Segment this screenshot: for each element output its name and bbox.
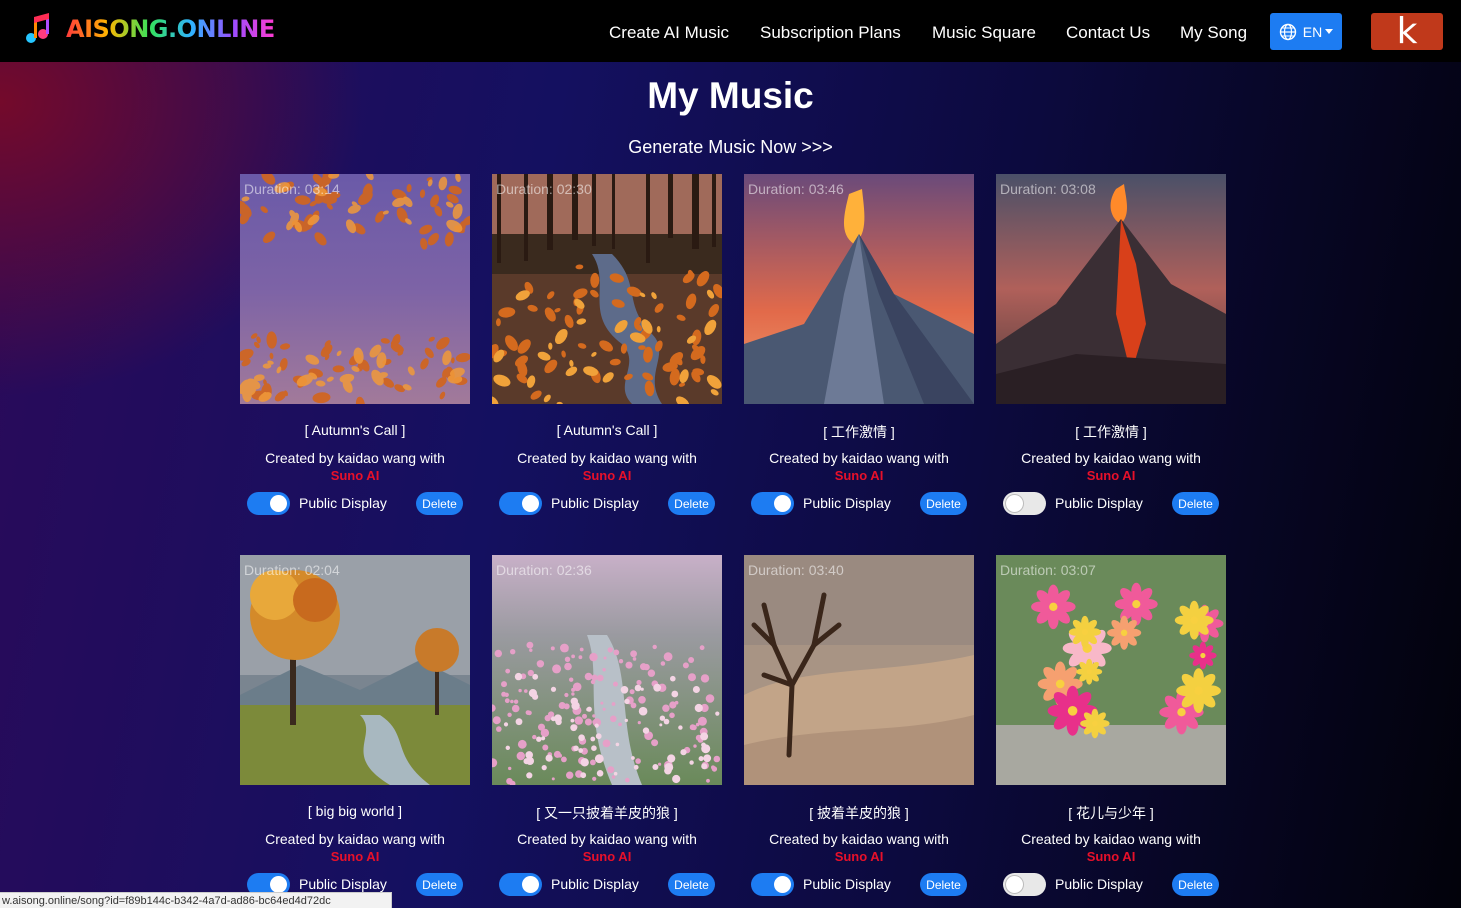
public-display-toggle[interactable] <box>751 492 794 515</box>
public-display-label: Public Display <box>299 876 387 892</box>
chevron-down-icon <box>1325 29 1334 34</box>
public-display-toggle[interactable] <box>1003 492 1046 515</box>
site-logo[interactable]: AISONG.ONLINE <box>24 13 275 45</box>
song-title[interactable]: [ 花儿与少年 ] <box>996 803 1226 823</box>
delete-button[interactable]: Delete <box>1172 492 1219 515</box>
toggle-knob <box>270 495 287 512</box>
song-title[interactable]: [ big big world ] <box>240 803 470 819</box>
delete-button[interactable]: Delete <box>668 492 715 515</box>
toggle-knob <box>1006 495 1023 512</box>
delete-button[interactable]: Delete <box>668 873 715 896</box>
public-display-label: Public Display <box>803 876 891 892</box>
song-card: Duration: 03:07 [ 花儿与少年 ] Created by kai… <box>996 555 1226 896</box>
song-creator: Created by kaidao wang with <box>265 450 445 466</box>
song-duration: Duration: 02:36 <box>496 562 592 578</box>
nav-subscription-plans[interactable]: Subscription Plans <box>760 23 901 43</box>
song-card: Duration: 02:36 [ 又一只披着羊皮的狼 ] Created by… <box>492 555 722 896</box>
song-tool: Suno AI <box>834 849 884 864</box>
song-cover-image[interactable]: Duration: 02:30 <box>492 174 722 404</box>
song-cover-image[interactable]: Duration: 03:40 <box>744 555 974 785</box>
song-duration: Duration: 02:04 <box>244 562 340 578</box>
song-creator: Created by kaidao wang with <box>1021 831 1201 847</box>
song-tool: Suno AI <box>582 849 632 864</box>
delete-button[interactable]: Delete <box>1172 873 1219 896</box>
song-duration: Duration: 03:07 <box>1000 562 1096 578</box>
toggle-knob <box>1006 876 1023 893</box>
song-tool: Suno AI <box>1086 468 1136 483</box>
public-display-label: Public Display <box>1055 495 1143 511</box>
song-title[interactable]: [ 工作激情 ] <box>996 422 1226 442</box>
song-card: Duration: 02:30 [ Autumn's Call ] Create… <box>492 174 722 515</box>
public-display-label: Public Display <box>299 495 387 511</box>
song-title[interactable]: [ 又一只披着羊皮的狼 ] <box>492 803 722 823</box>
song-card: Duration: 02:04 [ big big world ] Create… <box>240 555 470 896</box>
song-cover-image[interactable]: Duration: 03:07 <box>996 555 1226 785</box>
language-selector[interactable]: EN <box>1270 13 1342 50</box>
delete-button[interactable]: Delete <box>416 873 463 896</box>
page-title: My Music <box>647 75 814 116</box>
public-display-toggle[interactable] <box>499 873 542 896</box>
song-cover-image[interactable]: Duration: 03:46 <box>744 174 974 404</box>
globe-icon <box>1279 23 1296 40</box>
toggle-knob <box>522 495 539 512</box>
song-title[interactable]: [ 披着羊皮的狼 ] <box>744 803 974 823</box>
toggle-knob <box>774 876 791 893</box>
browser-status-url: w.aisong.online/song?id=f89b144c-b342-4a… <box>0 892 392 908</box>
song-duration: Duration: 02:30 <box>496 181 592 197</box>
toggle-knob <box>522 876 539 893</box>
song-title[interactable]: [ Autumn's Call ] <box>240 422 470 438</box>
song-duration: Duration: 03:40 <box>748 562 844 578</box>
song-creator: Created by kaidao wang with <box>769 450 949 466</box>
song-creator: Created by kaidao wang with <box>517 450 697 466</box>
public-display-label: Public Display <box>803 495 891 511</box>
song-cover-image[interactable]: Duration: 02:04 <box>240 555 470 785</box>
public-display-label: Public Display <box>551 876 639 892</box>
language-label: EN <box>1302 23 1323 40</box>
song-tool: Suno AI <box>582 468 632 483</box>
song-title[interactable]: [ 工作激情 ] <box>744 422 974 442</box>
song-card: Duration: 03:46 [ 工作激情 ] Created by kaid… <box>744 174 974 515</box>
song-tool: Suno AI <box>330 468 380 483</box>
song-tool: Suno AI <box>330 849 380 864</box>
nav-my-song[interactable]: My Song <box>1180 23 1247 43</box>
song-cover-image[interactable]: Duration: 02:36 <box>492 555 722 785</box>
toggle-knob <box>774 495 791 512</box>
song-duration: Duration: 03:46 <box>748 181 844 197</box>
delete-button[interactable]: Delete <box>920 492 967 515</box>
song-duration: Duration: 03:08 <box>1000 181 1096 197</box>
song-creator: Created by kaidao wang with <box>769 831 949 847</box>
song-cover-image[interactable]: Duration: 03:08 <box>996 174 1226 404</box>
public-display-label: Public Display <box>551 495 639 511</box>
song-creator: Created by kaidao wang with <box>1021 450 1201 466</box>
main-content: My Music Generate Music Now >>> Duration… <box>0 62 1461 908</box>
song-creator: Created by kaidao wang with <box>265 831 445 847</box>
song-cover-image[interactable]: Duration: 03:14 <box>240 174 470 404</box>
song-tool: Suno AI <box>834 468 884 483</box>
top-navbar: AISONG.ONLINE Create AI Music Subscripti… <box>0 0 1461 62</box>
song-card: Duration: 03:08 [ 工作激情 ] Created by kaid… <box>996 174 1226 515</box>
public-display-toggle[interactable] <box>247 492 290 515</box>
nav-create-ai-music[interactable]: Create AI Music <box>609 23 729 43</box>
song-title[interactable]: [ Autumn's Call ] <box>492 422 722 438</box>
song-card: Duration: 03:14 [ Autumn's Call ] Create… <box>240 174 470 515</box>
delete-button[interactable]: Delete <box>920 873 967 896</box>
nav-music-square[interactable]: Music Square <box>932 23 1036 43</box>
song-creator: Created by kaidao wang with <box>517 831 697 847</box>
public-display-toggle[interactable] <box>751 873 794 896</box>
toggle-knob <box>270 876 287 893</box>
logo-text: AISONG.ONLINE <box>66 15 275 43</box>
song-duration: Duration: 03:14 <box>244 181 340 197</box>
song-tool: Suno AI <box>1086 849 1136 864</box>
generate-music-link[interactable]: Generate Music Now >>> <box>0 137 1461 158</box>
public-display-toggle[interactable] <box>499 492 542 515</box>
public-display-label: Public Display <box>1055 876 1143 892</box>
nav-contact-us[interactable]: Contact Us <box>1066 23 1150 43</box>
music-note-icon <box>24 13 56 45</box>
delete-button[interactable]: Delete <box>416 492 463 515</box>
public-display-toggle[interactable] <box>1003 873 1046 896</box>
song-card: Duration: 03:40 [ 披着羊皮的狼 ] Created by ka… <box>744 555 974 896</box>
user-avatar[interactable]: k <box>1371 13 1443 50</box>
